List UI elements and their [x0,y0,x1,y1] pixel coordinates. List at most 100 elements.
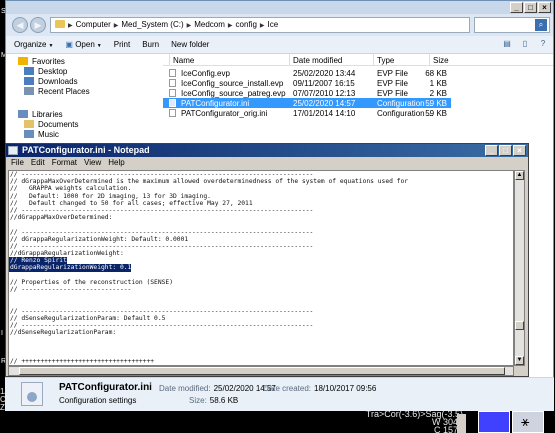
notepad-titlebar[interactable]: PATConfigurator.ini - Notepad _ □ × [6,144,528,157]
text-line: // -------------------------------------… [10,206,314,214]
viewer-scrollbar[interactable] [457,414,466,433]
column-header-type[interactable]: Type [377,56,394,65]
text-line: // dGrappaMaxOverDetermined is the maxim… [10,178,409,186]
maximize-button[interactable]: □ [524,2,537,13]
nav-item-music[interactable]: Music [24,130,59,139]
notepad-close-button[interactable]: × [513,145,526,156]
column-header-size[interactable]: Size [433,56,449,65]
nav-item-favorites[interactable]: Favorites [18,57,65,66]
close-button[interactable]: × [538,2,551,13]
view-options-icon[interactable]: ▤ [501,39,513,50]
breadcrumb-separator-icon[interactable]: ▶ [114,23,119,29]
nav-item-label: Recent Places [38,87,90,96]
back-icon[interactable]: ◀ [12,17,28,33]
nav-item-recent-places[interactable]: Recent Places [24,87,90,96]
file-row[interactable]: PATConfigurator.ini 25/02/2020 14:57 Confi… [163,98,451,108]
text-line: // +++++++++++++++++++++++++++++++++++ [10,357,155,365]
file-row[interactable]: IceConfig.evp 25/02/2020 13:44 EVP File 68 … [163,68,451,78]
file-date: 25/02/2020 13:44 [293,69,356,78]
settings-file-icon [21,382,43,406]
minimize-button[interactable]: _ [510,2,523,13]
search-icon[interactable]: ⌕ [535,19,547,31]
file-row[interactable]: PATConfigurator_orig.ini 17/01/2014 14:10… [163,108,451,118]
notepad-maximize-button[interactable]: □ [499,145,512,156]
menu-format[interactable]: Format [52,157,77,168]
star-icon [18,57,28,65]
horizontal-scrollbar[interactable] [8,366,514,376]
file-size: 59 KB [425,109,447,118]
menu-edit[interactable]: Edit [31,157,45,168]
breadcrumb-item[interactable]: config [236,20,257,29]
horizontal-scroll-thumb[interactable] [19,367,505,375]
explorer-titlebar[interactable]: _ □ × [6,1,553,14]
nav-item-documents[interactable]: Documents [24,120,78,129]
menu-view[interactable]: View [84,157,101,168]
nav-item-desktop[interactable]: Desktop [24,67,67,76]
breadcrumb-separator-icon[interactable]: ▶ [228,23,233,29]
breadcrumb-separator-icon[interactable]: ▶ [187,23,192,29]
text-line: // -------------------------------------… [10,307,314,315]
scroll-up-icon[interactable]: ▲ [515,171,524,180]
file-name: PATConfigurator.ini [181,99,250,108]
text-line: // -------------------------------------… [10,228,314,236]
print-button[interactable]: Print [114,40,130,49]
file-date: 07/07/2010 12:13 [293,89,356,98]
column-header-date-modified[interactable]: Date modified [293,56,342,65]
address-bar-row: ◀ ▶ ▶ Computer ▶ Med_System (C:) ▶ Medcom ▶ con… [6,14,553,36]
text-line: // -------------------------------------… [10,321,314,329]
notepad-title: PATConfigurator.ini - Notepad [22,145,150,155]
music-icon [24,130,34,138]
column-header-name[interactable]: Name [173,56,194,65]
notepad-minimize-button[interactable]: _ [485,145,498,156]
breadcrumb-separator-icon[interactable]: ▶ [260,23,265,29]
text-line [9,336,513,343]
new-folder-button[interactable]: New folder [171,40,209,49]
organize-button[interactable]: Organize ▼ [14,40,53,49]
forward-icon[interactable]: ▶ [30,17,46,33]
text-line [9,272,513,279]
nav-item-label: Desktop [38,67,68,76]
text-line [9,344,513,351]
text-line: // dGrappaRegularizationWeight: Default:… [10,235,189,243]
breadcrumb-item[interactable]: Ice [268,20,279,29]
grid-icon: ⚹ [521,413,530,429]
viewer-tile-grid[interactable]: ⚹ [512,411,544,433]
open-button[interactable]: ▣ Open ▼ [65,40,101,49]
address-bar[interactable]: ▶ Computer ▶ Med_System (C:) ▶ Medcom ▶ config ▶… [50,17,470,33]
breadcrumb-separator-icon[interactable]: ▶ [68,23,73,29]
notepad-text-area[interactable]: // -------------------------------------… [8,170,514,366]
burn-button[interactable]: Burn [142,40,159,49]
menu-file[interactable]: File [11,157,24,168]
nav-item-libraries[interactable]: Libraries [18,110,63,119]
text-line: // ----------------------------- [10,286,132,293]
text-line [9,221,513,228]
text-line [9,351,513,358]
file-date: 25/02/2020 14:57 [293,99,356,108]
notepad-icon [8,146,18,155]
file-row[interactable]: IceConfig_source_patreg.evp 07/07/2010 12… [163,88,451,98]
breadcrumb-item[interactable]: Computer [76,20,111,29]
file-row[interactable]: IceConfig_source_install.evp 09/11/2007 1… [163,78,451,88]
text-line: // -------------------------------------… [10,171,314,178]
file-size: 1 KB [429,79,447,88]
preview-pane-icon[interactable]: ▯ [519,39,531,50]
vertical-scrollbar[interactable]: ▲ ▼ [514,170,525,366]
vertical-scroll-thumb[interactable] [515,321,524,330]
text-line: // Default: 1000 for 2D imaging, 13 for … [10,192,211,200]
breadcrumb[interactable]: ▶ Computer ▶ Med_System (C:) ▶ Medcom ▶ config ▶… [68,20,281,29]
breadcrumb-item[interactable]: Med_System (C:) [121,20,183,29]
help-icon[interactable]: ? [537,39,549,50]
viewer-tile-blue[interactable] [478,411,510,433]
search-input[interactable]: ⌕ [474,17,550,33]
breadcrumb-item[interactable]: Medcom [194,20,225,29]
scroll-down-icon[interactable]: ▼ [515,356,524,365]
text-line: // Properties of the reconstruction (SEN… [10,278,174,286]
text-line: // GRAPPA weights calculation. [10,185,132,193]
menu-help[interactable]: Help [108,157,124,168]
text-line: //dSenseRegularizationParam: [10,329,117,337]
notepad-window: PATConfigurator.ini - Notepad _ □ × File… [5,143,529,377]
nav-item-downloads[interactable]: Downloads [24,77,78,86]
nav-item-label: Music [38,130,59,139]
viewer-side-letter: I [1,330,3,337]
notepad-menu-bar: File Edit Format View Help [6,157,528,168]
